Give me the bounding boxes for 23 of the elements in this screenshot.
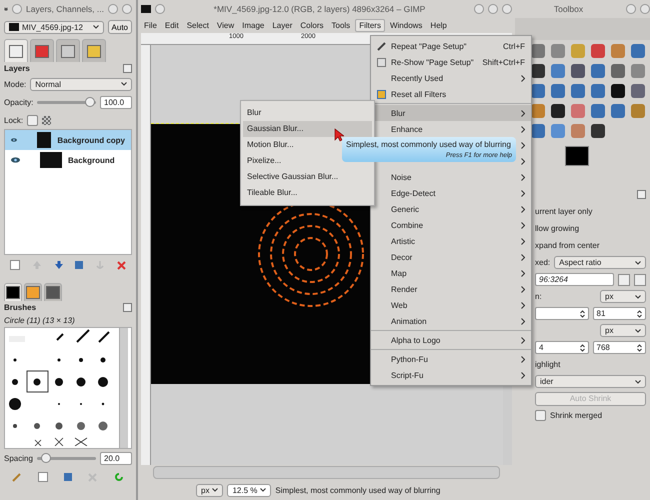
option-label: n: (535, 292, 542, 301)
mode-label: Mode: (4, 80, 26, 88)
lock-label: Lock: (4, 116, 24, 124)
opacity-label: Opacity: (4, 98, 34, 106)
spacing-label: Spacing (4, 454, 33, 462)
option-label: ighlight (535, 360, 560, 369)
shortcut-text: Shift+Ctrl+F (482, 58, 525, 66)
brush-name: Circle (11) (13 × 13) (4, 316, 75, 325)
option-label: Shrink merged (550, 411, 602, 420)
window-title: Layers, Channels, ... (26, 4, 104, 14)
option-label: xpand from center (535, 241, 600, 250)
status-text: Simplest, most commonly used way of blurring (275, 486, 440, 494)
panel-title: Layers (4, 64, 30, 73)
layer-name: Background (68, 156, 115, 164)
window-title: Toolbox (552, 4, 584, 14)
window-title: *MIV_4569.jpg-12.0 (RGB, 2 layers) 4896x3264 – GIMP (212, 4, 426, 14)
layer-name: Background copy (57, 136, 125, 144)
option-label: llow growing (535, 224, 580, 233)
option-label: xed: (535, 258, 550, 267)
tooltip-text: Simplest, most commonly used way of blurring (346, 140, 512, 149)
panel-title: Brushes (4, 303, 36, 312)
shortcut-text: Ctrl+F (503, 42, 525, 50)
option-label: urrent layer only (535, 207, 592, 216)
